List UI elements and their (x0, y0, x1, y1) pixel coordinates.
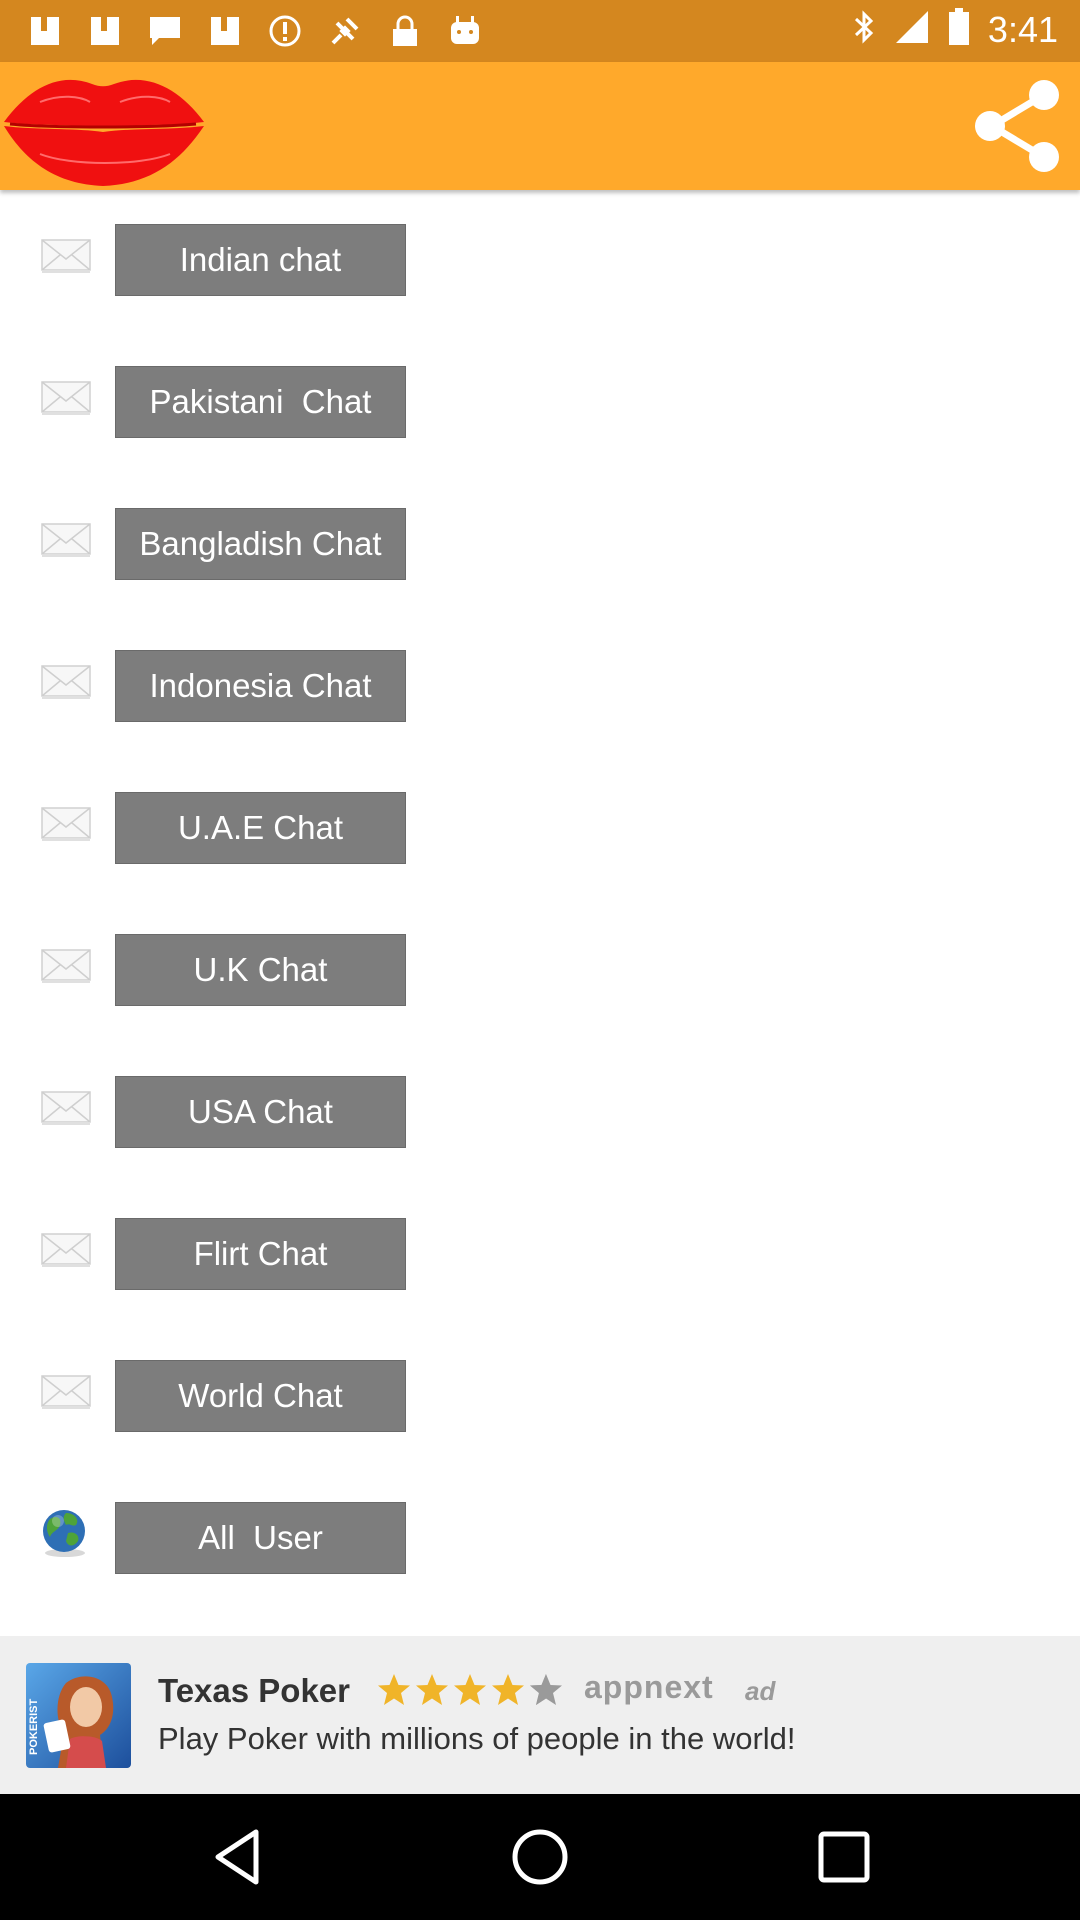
chat-button-usa[interactable]: USA Chat (115, 1076, 406, 1148)
alert-icon (266, 12, 304, 50)
ad-app-icon: POKERIST (26, 1663, 131, 1768)
ad-banner[interactable]: POKERIST Texas Poker appnext ad Play Pok… (0, 1636, 1080, 1794)
bluetooth-icon (852, 9, 876, 50)
list-item: U.A.E Chat (0, 778, 1080, 868)
mail-icon (36, 369, 94, 425)
list-item: Bangladish Chat (0, 494, 1080, 584)
star-icon (492, 1674, 524, 1705)
list-item: Indonesia Chat (0, 636, 1080, 726)
share-icon (975, 80, 1059, 172)
star-icon (454, 1674, 486, 1705)
ad-title: Texas Poker (158, 1672, 351, 1709)
list-item: Pakistani Chat (0, 352, 1080, 442)
chat-button-indonesia[interactable]: Indonesia Chat (115, 650, 406, 722)
battery-icon (948, 8, 970, 51)
recents-icon (818, 1831, 870, 1883)
mail-icon (36, 795, 94, 851)
status-time: 3:41 (987, 8, 1058, 50)
image-icon (26, 12, 64, 50)
recents-button[interactable] (811, 1824, 877, 1890)
ad-tag: ad (745, 1676, 776, 1706)
mail-icon (36, 653, 94, 709)
ad-rating (376, 1672, 564, 1708)
list-item: U.K Chat (0, 920, 1080, 1010)
chat-button-indian[interactable]: Indian chat (115, 224, 406, 296)
mail-icon (36, 1221, 94, 1277)
lock-icon (386, 12, 424, 50)
navigation-bar (0, 1794, 1080, 1920)
list-item: Indian chat (0, 210, 1080, 300)
android-icon (446, 12, 484, 50)
ad-image-text: POKERIST (28, 1698, 40, 1755)
gps-icon (326, 12, 364, 50)
status-bar: 3:41 (0, 0, 1080, 62)
home-icon (512, 1829, 568, 1885)
back-button[interactable] (206, 1824, 272, 1890)
chat-button-bangladesh[interactable]: Bangladish Chat (115, 508, 406, 580)
mail-icon (36, 1363, 94, 1419)
back-icon (215, 1829, 259, 1885)
message-icon (146, 12, 184, 50)
ad-description: Play Poker with millions of people in th… (158, 1721, 796, 1756)
chat-button-uae[interactable]: U.A.E Chat (115, 792, 406, 864)
star-icon (378, 1674, 410, 1705)
lips-icon (0, 62, 206, 190)
ad-brand: appnext (584, 1669, 714, 1705)
mail-icon (36, 511, 94, 567)
app-bar (0, 62, 1080, 190)
signal-icon (894, 9, 930, 50)
notification-icons (26, 12, 484, 50)
chat-button-pakistani[interactable]: Pakistani Chat (115, 366, 406, 438)
mail-icon (36, 227, 94, 283)
share-button[interactable] (970, 78, 1064, 174)
mail-icon (36, 1079, 94, 1135)
image-icon (206, 12, 244, 50)
list-item: All User (0, 1488, 1080, 1578)
star-icon-half (530, 1674, 562, 1705)
chat-button-world[interactable]: World Chat (115, 1360, 406, 1432)
list-item: Flirt Chat (0, 1204, 1080, 1294)
home-button[interactable] (507, 1824, 573, 1890)
list-item: World Chat (0, 1346, 1080, 1436)
chat-button-uk[interactable]: U.K Chat (115, 934, 406, 1006)
mail-icon (36, 937, 94, 993)
list-item: USA Chat (0, 1062, 1080, 1152)
chat-button-flirt[interactable]: Flirt Chat (115, 1218, 406, 1290)
status-right: 3:41 (852, 8, 1058, 51)
globe-icon (36, 1505, 94, 1561)
all-user-button[interactable]: All User (115, 1502, 406, 1574)
image-icon (86, 12, 124, 50)
star-icon (416, 1674, 448, 1705)
